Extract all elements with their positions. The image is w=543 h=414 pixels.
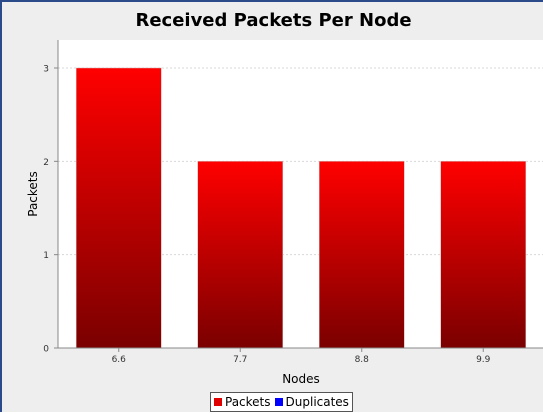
x-tick-label: 6.6 [112,355,127,365]
chart-frame: Received Packets Per Node 0 1 2 3 6.6 7.7 8.8 9… [0,0,543,412]
x-tick-label: 9.9 [476,355,491,365]
legend-item-duplicates: Duplicates [274,395,349,409]
bar-8.8 [318,161,405,349]
bar-9.9 [440,161,527,349]
legend-item-packets: Packets [214,395,271,409]
y-tick-label: 2 [43,158,49,168]
legend-swatch-packets [214,398,222,406]
y-tick-label: 0 [43,345,49,355]
bar-7.7 [197,161,284,349]
legend-label-duplicates: Duplicates [285,395,349,409]
x-tick-label: 7.7 [233,355,247,365]
legend-label-packets: Packets [225,395,271,409]
y-axis-label: Packets [26,171,40,217]
legend-swatch-duplicates [274,398,283,406]
bar-6.6 [75,67,162,349]
y-tick-label: 3 [43,65,49,75]
y-tick-label: 1 [43,251,49,261]
x-axis-label: Nodes [282,372,320,386]
plot-area: 0 1 2 3 6.6 7.7 8.8 9.9 Nodes Packets [26,40,543,386]
x-tick-label: 8.8 [355,355,370,365]
legend: Packets Duplicates [210,392,353,412]
